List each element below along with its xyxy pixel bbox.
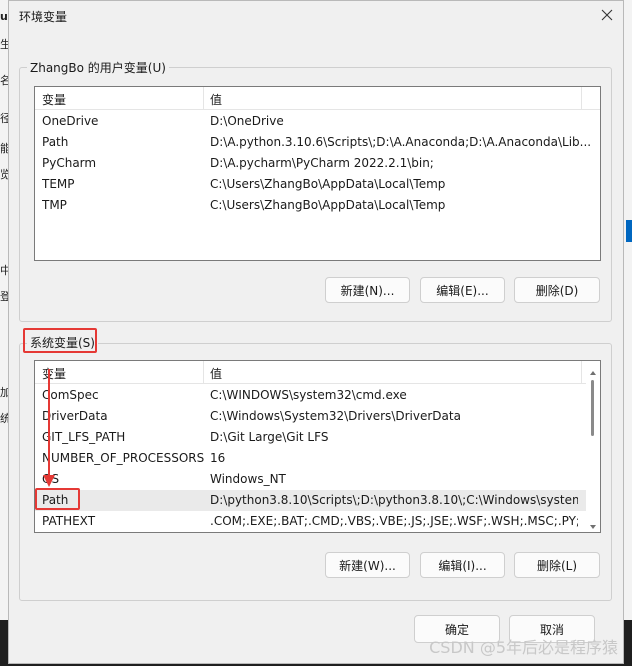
close-icon[interactable]: [599, 7, 615, 23]
system-vars-list[interactable]: 变量 值 ComSpec C:\WINDOWS\system32\cmd.exe…: [34, 360, 601, 533]
annotation-box-path-row: [35, 488, 80, 510]
bg-glyph: u: [0, 10, 8, 23]
window-title: 环境变量: [19, 10, 68, 24]
variable-name: OneDrive: [42, 114, 99, 128]
variable-name: TEMP: [42, 177, 75, 191]
column-header-value[interactable]: 值: [210, 91, 222, 108]
table-row[interactable]: OneDrive D:\OneDrive: [35, 111, 600, 132]
table-row[interactable]: Path D:\A.python.3.10.6\Scripts\;D:\A.An…: [35, 132, 600, 153]
bg-accent-bar: [626, 220, 632, 242]
vertical-scrollbar[interactable]: [586, 362, 600, 532]
watermark: CSDN @5年后必是程序猿: [429, 638, 618, 657]
column-divider[interactable]: [203, 87, 204, 109]
variable-name: TMP: [42, 198, 67, 212]
list-header: 变量 值: [35, 87, 600, 110]
table-row[interactable]: PyCharm D:\A.pycharm\PyCharm 2022.2.1\bi…: [35, 153, 600, 174]
table-row[interactable]: TEMP C:\Users\ZhangBo\AppData\Local\Temp: [35, 174, 600, 195]
column-divider[interactable]: [581, 361, 582, 383]
user-vars-list[interactable]: 变量 值 OneDrive D:\OneDrive Path D:\A.pyth…: [34, 86, 601, 261]
variable-value: D:\OneDrive: [210, 114, 284, 128]
user-edit-button[interactable]: 编辑(E)...: [420, 277, 505, 303]
scrollbar-thumb[interactable]: [591, 380, 594, 436]
annotation-arrow-icon: [43, 369, 55, 487]
table-row[interactable]: GIT_LFS_PATH D:\Git Large\Git LFS: [35, 427, 600, 448]
table-row[interactable]: DriverData C:\Windows\System32\Drivers\D…: [35, 406, 600, 427]
variable-value: D:\Git Large\Git LFS: [210, 430, 329, 444]
variable-value: 16: [210, 451, 226, 465]
variable-value: D:\A.python.3.10.6\Scripts\;D:\A.Anacond…: [210, 135, 590, 149]
column-divider[interactable]: [581, 87, 582, 109]
user-vars-label: ZhangBo 的用户变量(U): [27, 59, 169, 76]
variable-value: C:\Windows\System32\Drivers\DriverData: [210, 409, 461, 423]
variable-name: Path: [42, 135, 69, 149]
scroll-down-icon[interactable]: [589, 520, 597, 529]
table-row[interactable]: ComSpec C:\WINDOWS\system32\cmd.exe: [35, 385, 600, 406]
table-row[interactable]: OS Windows_NT: [35, 469, 600, 490]
annotation-box-system-label: [23, 328, 97, 353]
system-new-button[interactable]: 新建(W)...: [325, 552, 410, 578]
table-row[interactable]: PATHEXT .COM;.EXE;.BAT;.CMD;.VBS;.VBE;.J…: [35, 511, 600, 532]
environment-variables-dialog: 环境变量 ZhangBo 的用户变量(U) 变量 值 OneDrive D:\O…: [8, 0, 624, 664]
variable-value: C:\Users\ZhangBo\AppData\Local\Temp: [210, 198, 446, 212]
table-row[interactable]: NUMBER_OF_PROCESSORS 16: [35, 448, 600, 469]
variable-name: PATHEXT: [42, 514, 96, 528]
variable-value: Windows_NT: [210, 472, 286, 486]
system-delete-button[interactable]: 删除(L): [514, 552, 600, 578]
column-divider[interactable]: [203, 361, 204, 383]
variable-value: C:\WINDOWS\system32\cmd.exe: [210, 388, 407, 402]
user-delete-button[interactable]: 删除(D): [514, 277, 600, 303]
variable-value: D:\python3.8.10\Scripts\;D:\python3.8.10…: [210, 493, 578, 507]
column-header-variable[interactable]: 变量: [42, 91, 66, 108]
variable-name: PyCharm: [42, 156, 97, 170]
variable-value: C:\Users\ZhangBo\AppData\Local\Temp: [210, 177, 446, 191]
column-header-value[interactable]: 值: [210, 365, 222, 382]
list-header: 变量 值: [35, 361, 600, 384]
table-row-selected[interactable]: Path D:\python3.8.10\Scripts\;D:\python3…: [35, 490, 600, 511]
table-row[interactable]: TMP C:\Users\ZhangBo\AppData\Local\Temp: [35, 195, 600, 216]
system-edit-button[interactable]: 编辑(I)...: [420, 552, 505, 578]
user-new-button[interactable]: 新建(N)...: [325, 277, 410, 303]
variable-value: .COM;.EXE;.BAT;.CMD;.VBS;.VBE;.JS;.JSE;.…: [210, 514, 578, 528]
variable-value: D:\A.pycharm\PyCharm 2022.2.1\bin;: [210, 156, 434, 170]
title-bar: 环境变量: [9, 1, 623, 31]
scroll-up-icon[interactable]: [589, 366, 597, 375]
